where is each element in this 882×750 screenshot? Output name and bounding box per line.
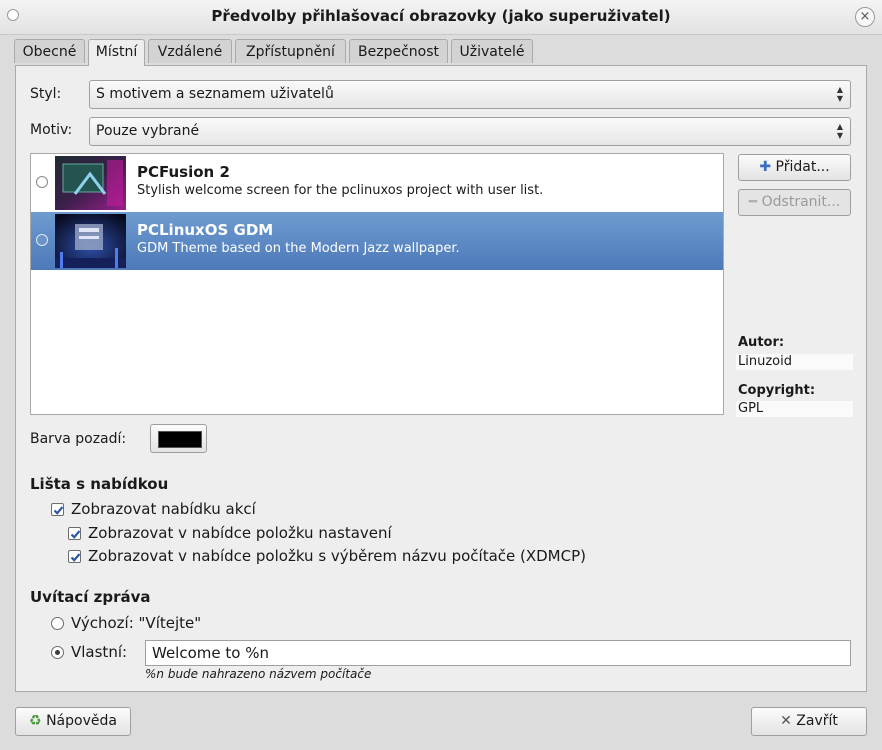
style-combo-value: S motivem a seznamem uživatelů: [96, 86, 334, 102]
minus-icon: ━: [748, 194, 758, 210]
show-xdmcp-checkbox[interactable]: [68, 550, 81, 563]
close-button[interactable]: ✕ Zavřít: [751, 707, 867, 736]
tab-bezpecnost[interactable]: Bezpečnost: [349, 39, 448, 63]
copyright-value: GPL: [736, 401, 853, 417]
background-color-label: Barva pozadí:: [30, 431, 127, 447]
show-config-label[interactable]: Zobrazovat v nabídce položku nastavení: [88, 524, 392, 542]
remove-theme-label: Odstranit...: [761, 194, 841, 210]
copyright-label: Copyright:: [738, 383, 816, 398]
window-close-icon[interactable]: ×: [855, 7, 875, 27]
author-label: Autor:: [738, 335, 785, 350]
theme-row[interactable]: PCFusion 2 Stylish welcome screen for th…: [31, 154, 723, 212]
menubar-section-title: Lišta s nabídkou: [30, 475, 169, 493]
style-label: Styl:: [30, 86, 62, 102]
remove-theme-button[interactable]: ━ Odstranit...: [738, 189, 851, 216]
theme-row-selected[interactable]: PCLinuxOS GDM GDM Theme based on the Mod…: [31, 212, 723, 270]
tab-zpristupneni[interactable]: Zpřístupnění: [235, 39, 346, 63]
color-swatch: [158, 431, 202, 448]
window-title: Předvolby přihlašovací obrazovky (jako s…: [211, 7, 671, 25]
close-label: Zavřít: [796, 713, 838, 729]
theme-name: PCFusion 2: [137, 163, 230, 181]
theme-list[interactable]: PCFusion 2 Stylish welcome screen for th…: [30, 153, 724, 415]
theme-name: PCLinuxOS GDM: [137, 221, 274, 239]
theme-mode-combo-value: Pouze vybrané: [96, 123, 200, 139]
tab-vzdalene[interactable]: Vzdálené: [148, 39, 232, 63]
theme-mode-label: Motiv:: [30, 122, 73, 138]
default-welcome-label[interactable]: Výchozí: "Vítejte": [71, 614, 201, 632]
tab-obecne[interactable]: Obecné: [14, 39, 85, 63]
theme-mode-combo[interactable]: Pouze vybrané ▲ ▼: [89, 117, 851, 146]
theme-description: GDM Theme based on the Modern Jazz wallp…: [137, 241, 460, 256]
add-theme-label: Přidat...: [775, 159, 830, 175]
author-value: Linuzoid: [736, 354, 853, 370]
help-icon: ♻: [29, 713, 42, 729]
combo-arrows-icon: ▲ ▼: [836, 122, 843, 140]
tab-uzivatele[interactable]: Uživatelé: [451, 39, 533, 63]
show-actions-label[interactable]: Zobrazovat nabídku akcí: [71, 500, 256, 518]
style-combo[interactable]: S motivem a seznamem uživatelů ▲ ▼: [89, 80, 851, 109]
help-label: Nápověda: [46, 713, 117, 729]
welcome-section-title: Uvítací zpráva: [30, 588, 151, 606]
show-xdmcp-label[interactable]: Zobrazovat v nabídce položku s výběrem n…: [88, 547, 586, 565]
custom-welcome-input[interactable]: Welcome to %n: [145, 640, 851, 666]
theme-thumbnail-icon: [55, 214, 126, 268]
theme-thumbnail-icon: [55, 156, 126, 210]
custom-welcome-hint: %n bude nahrazeno názvem počítače: [145, 667, 372, 681]
close-icon: ✕: [780, 713, 792, 729]
custom-welcome-radio[interactable]: [51, 646, 64, 659]
background-color-button[interactable]: [150, 424, 207, 453]
theme-description: Stylish welcome screen for the pclinuxos…: [137, 183, 544, 198]
plus-icon: ✚: [759, 159, 772, 175]
tab-mistni[interactable]: Místní: [88, 39, 145, 66]
theme-radio[interactable]: [36, 176, 48, 188]
add-theme-button[interactable]: ✚ Přidat...: [738, 154, 851, 181]
show-config-checkbox[interactable]: [68, 527, 81, 540]
show-actions-checkbox[interactable]: [51, 503, 64, 516]
default-welcome-radio[interactable]: [51, 617, 64, 630]
combo-arrows-icon: ▲ ▼: [836, 85, 843, 103]
help-button[interactable]: ♻ Nápověda: [15, 707, 131, 736]
custom-welcome-label[interactable]: Vlastní:: [71, 643, 127, 661]
theme-radio[interactable]: [36, 234, 48, 246]
